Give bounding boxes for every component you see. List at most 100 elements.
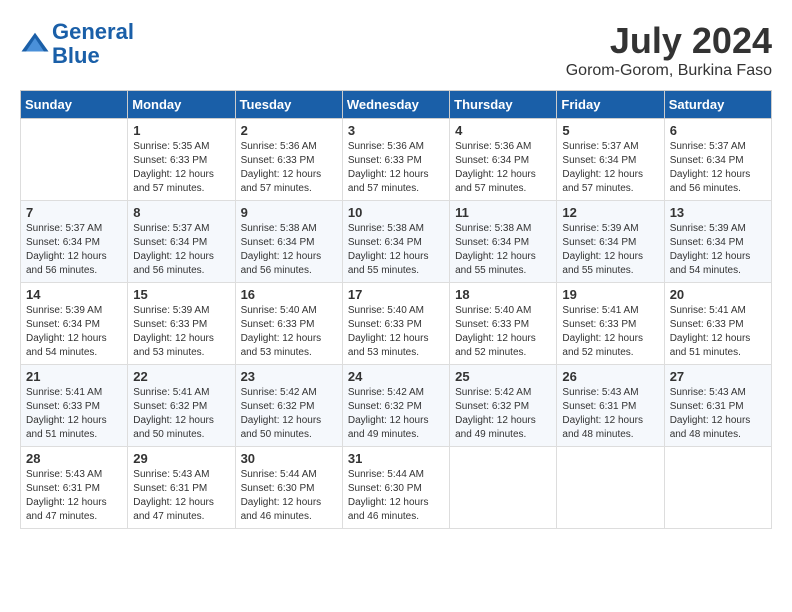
calendar-body: 1 Sunrise: 5:35 AM Sunset: 6:33 PM Daylig… [21, 119, 772, 529]
day-number: 15 [133, 287, 229, 302]
day-info: Sunrise: 5:36 AM Sunset: 6:33 PM Dayligh… [348, 140, 444, 196]
day-info: Sunrise: 5:37 AM Sunset: 6:34 PM Dayligh… [562, 140, 658, 196]
calendar-cell: 11 Sunrise: 5:38 AM Sunset: 6:34 PM Dayli… [450, 201, 557, 283]
logo-text: General Blue [52, 20, 134, 68]
calendar-cell: 30 Sunrise: 5:44 AM Sunset: 6:30 PM Dayli… [235, 447, 342, 529]
day-info: Sunrise: 5:42 AM Sunset: 6:32 PM Dayligh… [241, 386, 337, 442]
day-info: Sunrise: 5:36 AM Sunset: 6:34 PM Dayligh… [455, 140, 551, 196]
day-number: 18 [455, 287, 551, 302]
calendar-cell: 15 Sunrise: 5:39 AM Sunset: 6:33 PM Dayli… [128, 283, 235, 365]
day-number: 7 [26, 205, 122, 220]
calendar-week-3: 14Sunrise: 5:39 AM Sunset: 6:34 PM Dayli… [21, 283, 772, 365]
day-number: 9 [241, 205, 337, 220]
calendar-cell: 28Sunrise: 5:43 AM Sunset: 6:31 PM Dayli… [21, 447, 128, 529]
calendar-week-2: 7 Sunrise: 5:37 AM Sunset: 6:34 PM Daylig… [21, 201, 772, 283]
header-row: Sunday Monday Tuesday Wednesday Thursday… [21, 91, 772, 119]
day-number: 31 [348, 451, 444, 466]
day-number: 8 [133, 205, 229, 220]
calendar-cell: 29 Sunrise: 5:43 AM Sunset: 6:31 PM Dayli… [128, 447, 235, 529]
calendar-header: Sunday Monday Tuesday Wednesday Thursday… [21, 91, 772, 119]
day-info: Sunrise: 5:40 AM Sunset: 6:33 PM Dayligh… [455, 304, 551, 360]
day-info: Sunrise: 5:39 AM Sunset: 6:33 PM Dayligh… [133, 304, 229, 360]
calendar-cell: 24 Sunrise: 5:42 AM Sunset: 6:32 PM Dayli… [342, 365, 449, 447]
calendar-cell: 16 Sunrise: 5:40 AM Sunset: 6:33 PM Dayli… [235, 283, 342, 365]
calendar-cell: 17 Sunrise: 5:40 AM Sunset: 6:33 PM Dayli… [342, 283, 449, 365]
day-number: 25 [455, 369, 551, 384]
calendar-week-4: 21Sunrise: 5:41 AM Sunset: 6:33 PM Dayli… [21, 365, 772, 447]
day-number: 11 [455, 205, 551, 220]
logo: General Blue [20, 20, 134, 68]
day-number: 21 [26, 369, 122, 384]
day-number: 13 [670, 205, 766, 220]
day-info: Sunrise: 5:39 AM Sunset: 6:34 PM Dayligh… [670, 222, 766, 278]
day-info: Sunrise: 5:43 AM Sunset: 6:31 PM Dayligh… [133, 468, 229, 524]
calendar-cell: 21Sunrise: 5:41 AM Sunset: 6:33 PM Dayli… [21, 365, 128, 447]
day-number: 12 [562, 205, 658, 220]
day-info: Sunrise: 5:42 AM Sunset: 6:32 PM Dayligh… [455, 386, 551, 442]
logo-icon [20, 29, 50, 59]
day-info: Sunrise: 5:41 AM Sunset: 6:33 PM Dayligh… [562, 304, 658, 360]
calendar-cell: 2 Sunrise: 5:36 AM Sunset: 6:33 PM Daylig… [235, 119, 342, 201]
day-number: 23 [241, 369, 337, 384]
day-number: 16 [241, 287, 337, 302]
day-info: Sunrise: 5:36 AM Sunset: 6:33 PM Dayligh… [241, 140, 337, 196]
calendar-cell: 4 Sunrise: 5:36 AM Sunset: 6:34 PM Daylig… [450, 119, 557, 201]
calendar-cell: 31Sunrise: 5:44 AM Sunset: 6:30 PM Dayli… [342, 447, 449, 529]
calendar-cell: 3 Sunrise: 5:36 AM Sunset: 6:33 PM Daylig… [342, 119, 449, 201]
day-info: Sunrise: 5:44 AM Sunset: 6:30 PM Dayligh… [241, 468, 337, 524]
calendar-cell: 27Sunrise: 5:43 AM Sunset: 6:31 PM Dayli… [664, 365, 771, 447]
day-number: 17 [348, 287, 444, 302]
calendar-cell: 10 Sunrise: 5:38 AM Sunset: 6:34 PM Dayli… [342, 201, 449, 283]
col-wednesday: Wednesday [342, 91, 449, 119]
col-saturday: Saturday [664, 91, 771, 119]
logo-line1: General [52, 19, 134, 44]
calendar-cell: 1 Sunrise: 5:35 AM Sunset: 6:33 PM Daylig… [128, 119, 235, 201]
day-info: Sunrise: 5:40 AM Sunset: 6:33 PM Dayligh… [348, 304, 444, 360]
day-info: Sunrise: 5:41 AM Sunset: 6:32 PM Dayligh… [133, 386, 229, 442]
day-info: Sunrise: 5:43 AM Sunset: 6:31 PM Dayligh… [26, 468, 122, 524]
calendar-cell: 14Sunrise: 5:39 AM Sunset: 6:34 PM Dayli… [21, 283, 128, 365]
calendar-table: Sunday Monday Tuesday Wednesday Thursday… [20, 90, 772, 529]
day-info: Sunrise: 5:42 AM Sunset: 6:32 PM Dayligh… [348, 386, 444, 442]
day-info: Sunrise: 5:38 AM Sunset: 6:34 PM Dayligh… [455, 222, 551, 278]
day-number: 10 [348, 205, 444, 220]
day-number: 30 [241, 451, 337, 466]
day-info: Sunrise: 5:37 AM Sunset: 6:34 PM Dayligh… [26, 222, 122, 278]
calendar-week-5: 28Sunrise: 5:43 AM Sunset: 6:31 PM Dayli… [21, 447, 772, 529]
day-number: 20 [670, 287, 766, 302]
col-friday: Friday [557, 91, 664, 119]
day-number: 19 [562, 287, 658, 302]
day-info: Sunrise: 5:37 AM Sunset: 6:34 PM Dayligh… [670, 140, 766, 196]
col-tuesday: Tuesday [235, 91, 342, 119]
day-info: Sunrise: 5:39 AM Sunset: 6:34 PM Dayligh… [26, 304, 122, 360]
day-number: 2 [241, 123, 337, 138]
calendar-cell: 23 Sunrise: 5:42 AM Sunset: 6:32 PM Dayli… [235, 365, 342, 447]
day-number: 1 [133, 123, 229, 138]
logo-line2: Blue [52, 43, 100, 68]
day-number: 22 [133, 369, 229, 384]
col-sunday: Sunday [21, 91, 128, 119]
day-info: Sunrise: 5:38 AM Sunset: 6:34 PM Dayligh… [348, 222, 444, 278]
day-info: Sunrise: 5:35 AM Sunset: 6:33 PM Dayligh… [133, 140, 229, 196]
day-number: 24 [348, 369, 444, 384]
page-header: General Blue July 2024 Gorom-Gorom, Burk… [20, 20, 772, 80]
calendar-cell: 22 Sunrise: 5:41 AM Sunset: 6:32 PM Dayli… [128, 365, 235, 447]
calendar-cell: 6Sunrise: 5:37 AM Sunset: 6:34 PM Daylig… [664, 119, 771, 201]
location: Gorom-Gorom, Burkina Faso [566, 62, 772, 80]
day-number: 5 [562, 123, 658, 138]
day-number: 3 [348, 123, 444, 138]
day-number: 4 [455, 123, 551, 138]
calendar-week-1: 1 Sunrise: 5:35 AM Sunset: 6:33 PM Daylig… [21, 119, 772, 201]
day-info: Sunrise: 5:39 AM Sunset: 6:34 PM Dayligh… [562, 222, 658, 278]
day-number: 29 [133, 451, 229, 466]
calendar-cell: 7 Sunrise: 5:37 AM Sunset: 6:34 PM Daylig… [21, 201, 128, 283]
day-number: 26 [562, 369, 658, 384]
calendar-cell: 9Sunrise: 5:38 AM Sunset: 6:34 PM Daylig… [235, 201, 342, 283]
title-block: July 2024 Gorom-Gorom, Burkina Faso [566, 20, 772, 80]
calendar-cell [450, 447, 557, 529]
calendar-cell [21, 119, 128, 201]
day-info: Sunrise: 5:40 AM Sunset: 6:33 PM Dayligh… [241, 304, 337, 360]
calendar-cell [557, 447, 664, 529]
col-monday: Monday [128, 91, 235, 119]
calendar-cell: 18 Sunrise: 5:40 AM Sunset: 6:33 PM Dayli… [450, 283, 557, 365]
